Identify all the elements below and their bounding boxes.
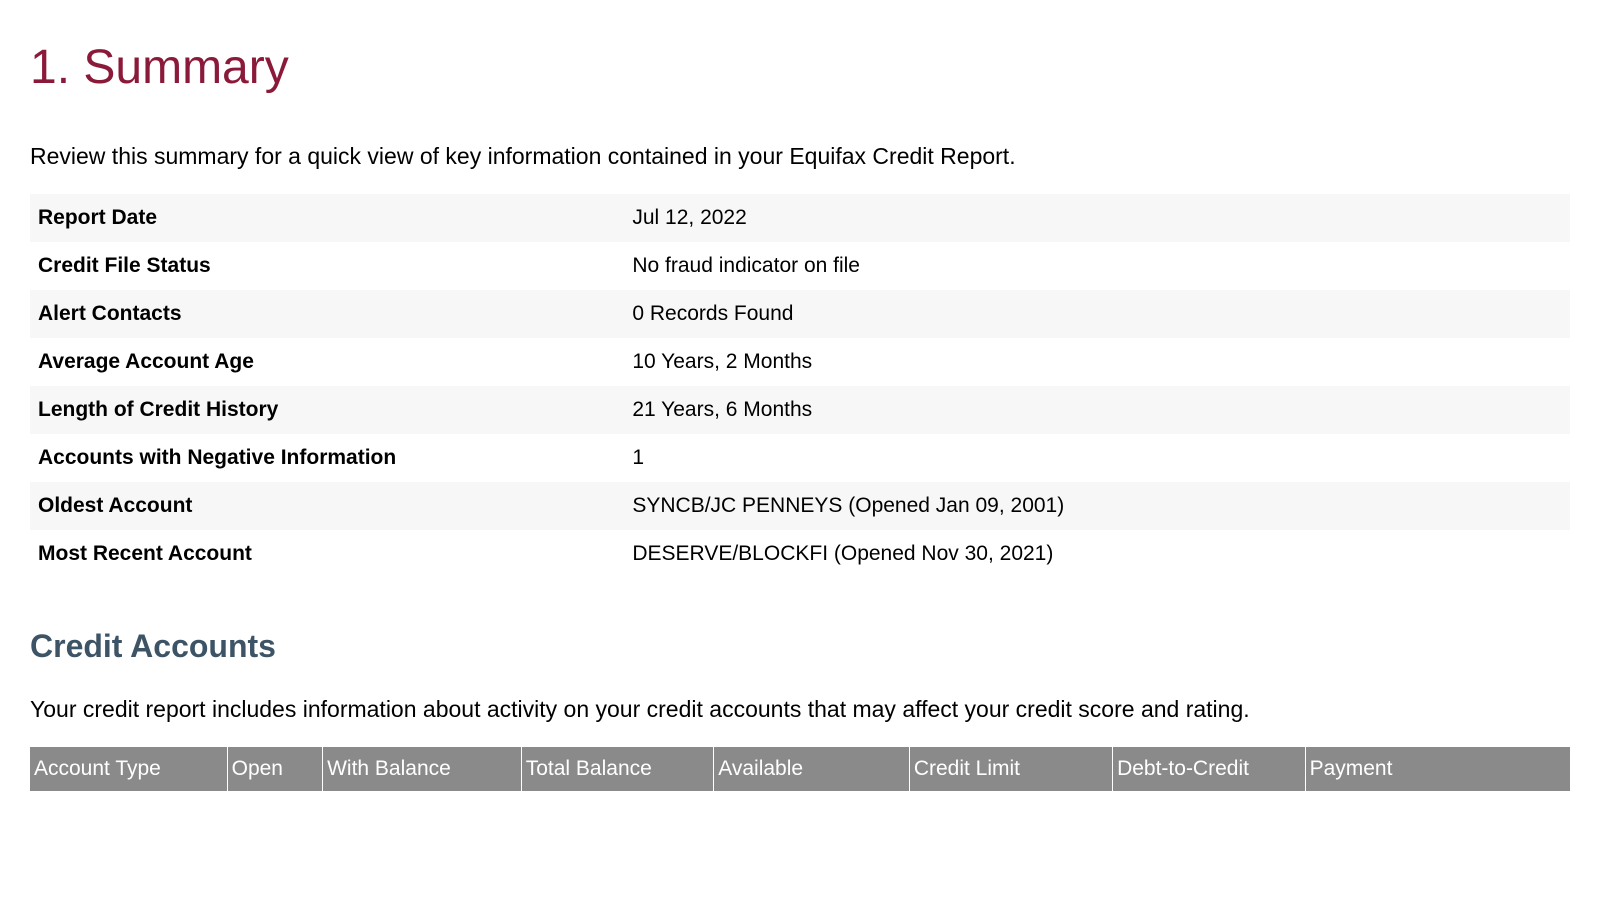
summary-label: Most Recent Account (38, 542, 632, 566)
summary-row: Length of Credit History 21 Years, 6 Mon… (30, 386, 1570, 434)
table-header-cell: Total Balance (521, 747, 714, 791)
summary-label: Credit File Status (38, 254, 632, 278)
table-header-cell: Available (714, 747, 910, 791)
credit-accounts-table: Account Type Open With Balance Total Bal… (30, 747, 1570, 791)
summary-value: 10 Years, 2 Months (632, 350, 1562, 374)
summary-label: Average Account Age (38, 350, 632, 374)
credit-accounts-intro: Your credit report includes information … (30, 693, 1570, 725)
summary-label: Oldest Account (38, 494, 632, 518)
summary-value: 0 Records Found (632, 302, 1562, 326)
section-title: 1. Summary (30, 40, 1570, 95)
summary-value: 1 (632, 446, 1562, 470)
table-header-cell: With Balance (323, 747, 522, 791)
summary-row: Alert Contacts 0 Records Found (30, 290, 1570, 338)
summary-label: Report Date (38, 206, 632, 230)
table-header-cell: Credit Limit (909, 747, 1112, 791)
summary-row: Average Account Age 10 Years, 2 Months (30, 338, 1570, 386)
table-header-cell: Account Type (30, 747, 227, 791)
summary-row: Credit File Status No fraud indicator on… (30, 242, 1570, 290)
credit-accounts-title: Credit Accounts (30, 628, 1570, 665)
table-header-row: Account Type Open With Balance Total Bal… (30, 747, 1570, 791)
summary-value: DESERVE/BLOCKFI (Opened Nov 30, 2021) (632, 542, 1562, 566)
summary-value: 21 Years, 6 Months (632, 398, 1562, 422)
summary-value: No fraud indicator on file (632, 254, 1562, 278)
summary-label: Length of Credit History (38, 398, 632, 422)
summary-table: Report Date Jul 12, 2022 Credit File Sta… (30, 194, 1570, 578)
table-header-cell: Debt-to-Credit (1113, 747, 1306, 791)
summary-row: Oldest Account SYNCB/JC PENNEYS (Opened … (30, 482, 1570, 530)
summary-label: Accounts with Negative Information (38, 446, 632, 470)
summary-value: SYNCB/JC PENNEYS (Opened Jan 09, 2001) (632, 494, 1562, 518)
summary-row: Report Date Jul 12, 2022 (30, 194, 1570, 242)
summary-row: Accounts with Negative Information 1 (30, 434, 1570, 482)
section-intro: Review this summary for a quick view of … (30, 140, 1570, 172)
table-header-cell: Open (227, 747, 322, 791)
summary-value: Jul 12, 2022 (632, 206, 1562, 230)
summary-label: Alert Contacts (38, 302, 632, 326)
table-header-cell: Payment (1305, 747, 1570, 791)
summary-row: Most Recent Account DESERVE/BLOCKFI (Ope… (30, 530, 1570, 578)
